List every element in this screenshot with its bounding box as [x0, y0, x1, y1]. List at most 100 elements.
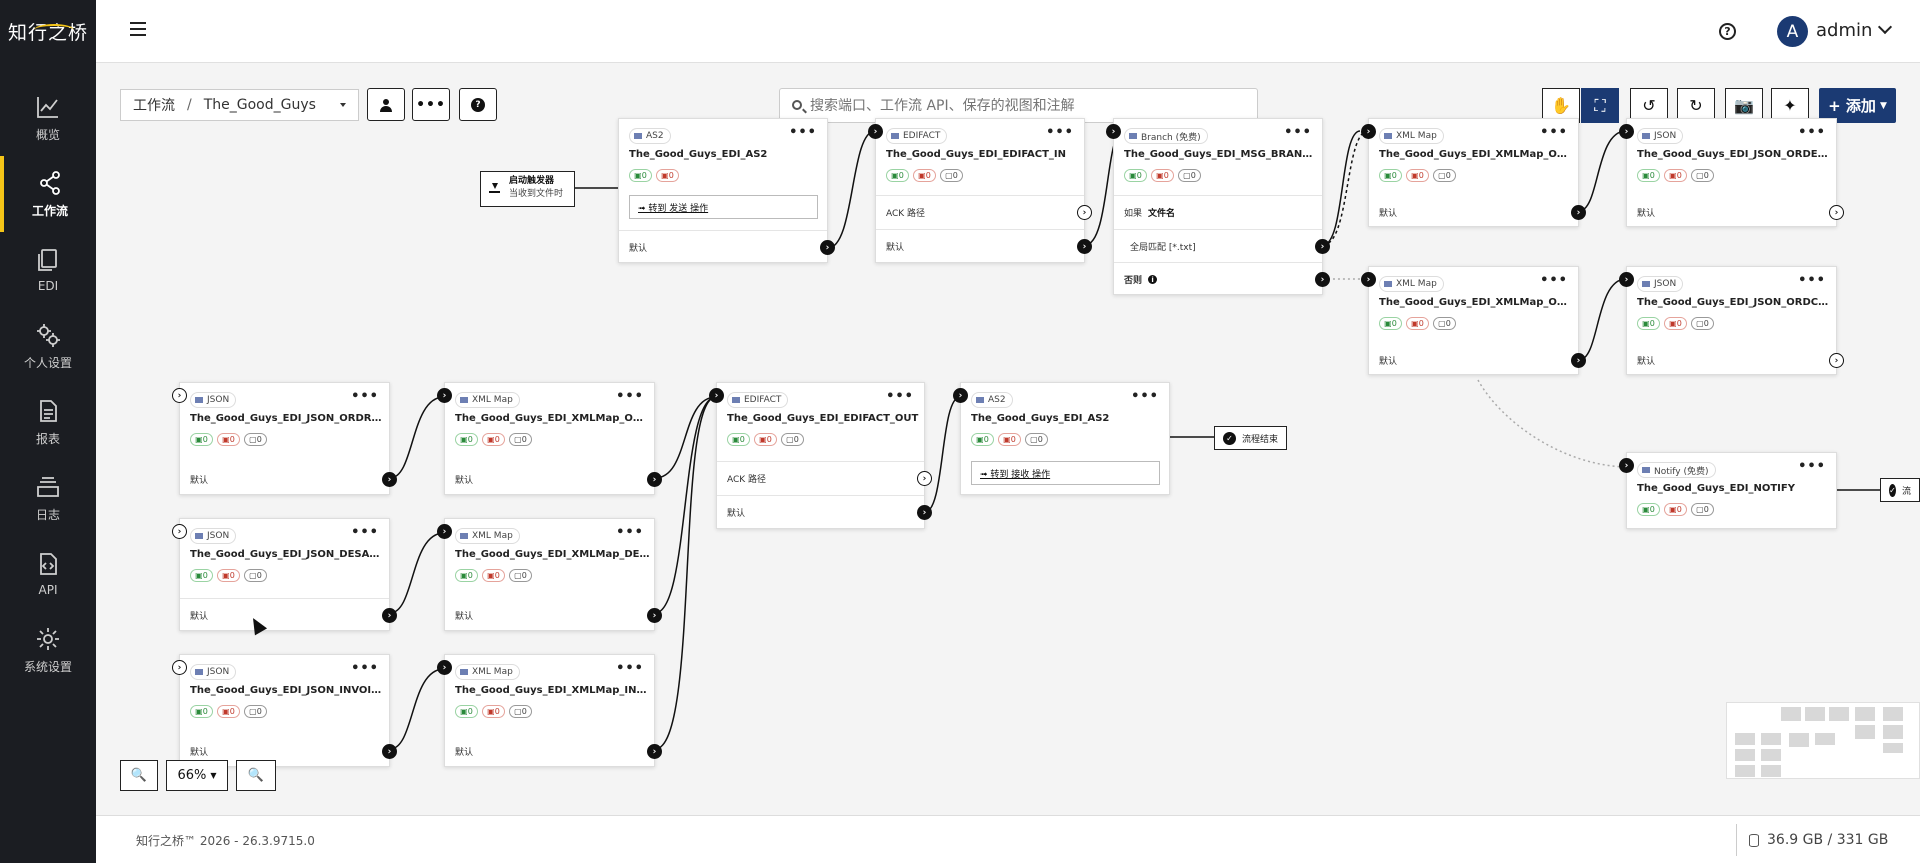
start-trigger[interactable]: 启动触发器 当收到文件时 — [480, 171, 575, 207]
error-count-badge[interactable]: ▣ 0 — [656, 169, 679, 182]
action-link[interactable]: ➟ 转到 接收 操作 — [971, 461, 1160, 485]
end-node-partial[interactable]: ✓ 流 — [1880, 478, 1920, 502]
success-count-badge[interactable]: ▣ 0 — [455, 433, 478, 446]
node-xmlmap-invoic[interactable]: › XML Map ••• The_Good_Guys_EDI_XMLMap_I… — [437, 654, 662, 767]
pending-count-badge[interactable]: ▢ 0 — [1691, 169, 1714, 182]
node-menu-icon[interactable]: ••• — [1798, 273, 1826, 288]
pending-count-badge[interactable]: ▢ 0 — [781, 433, 804, 446]
pending-count-badge[interactable]: ▢ 0 — [1178, 169, 1201, 182]
input-port[interactable]: › — [437, 388, 452, 403]
success-count-badge[interactable]: ▣ 0 — [1379, 169, 1402, 182]
node-menu-icon[interactable]: ••• — [1131, 389, 1159, 404]
node-xmlmap-desadv[interactable]: › XML Map ••• The_Good_Guys_EDI_XMLMap_D… — [437, 518, 662, 631]
sidebar-item-system-settings[interactable]: 系统设置 — [0, 612, 96, 688]
node-menu-icon[interactable]: ••• — [351, 661, 379, 676]
pending-count-badge[interactable]: ▢ 0 — [244, 433, 267, 446]
input-port[interactable]: › — [1619, 458, 1634, 473]
node-xmlmap-ordrsp[interactable]: › XML Map ••• The_Good_Guys_EDI_XMLMap_O… — [437, 382, 662, 495]
breadcrumb-root[interactable]: 工作流 — [133, 95, 175, 115]
input-port[interactable]: › — [172, 388, 187, 403]
pending-count-badge[interactable]: ▢ 0 — [1025, 433, 1048, 446]
minimap[interactable] — [1726, 702, 1920, 779]
sidebar-item-api[interactable]: API — [0, 536, 96, 612]
pending-count-badge[interactable]: ▢ 0 — [1433, 169, 1456, 182]
node-json-ordchg[interactable]: › JSON ••• The_Good_Guys_EDI_JSON_ORDCHG… — [1619, 266, 1844, 375]
success-count-badge[interactable]: ▣ 0 — [190, 433, 213, 446]
select-tool-button[interactable]: ⛶ — [1581, 88, 1619, 123]
error-count-badge[interactable]: ▣ 0 — [482, 433, 505, 446]
error-count-badge[interactable]: ▣ 0 — [913, 169, 936, 182]
success-count-badge[interactable]: ▣ 0 — [629, 169, 652, 182]
error-count-badge[interactable]: ▣ 0 — [1406, 169, 1429, 182]
sidebar-item-edi[interactable]: EDI — [0, 232, 96, 308]
output-port[interactable]: › — [382, 472, 397, 487]
zoom-level-select[interactable]: 66% ▼ — [166, 760, 228, 791]
node-as2-in[interactable]: AS2 ••• The_Good_Guys_EDI_AS2 ▣ 0 ▣ 0 ➟ 转到 … — [618, 118, 835, 263]
input-port[interactable]: › — [1361, 124, 1376, 139]
output-port[interactable]: › — [917, 505, 932, 520]
chevron-down-icon[interactable] — [1877, 19, 1893, 35]
input-port[interactable]: › — [437, 660, 452, 675]
help-button[interactable]: ? — [459, 88, 497, 121]
error-count-badge[interactable]: ▣ 0 — [1406, 317, 1429, 330]
node-edifact-in[interactable]: › EDIFACT ••• The_Good_Guys_EDI_EDIFACT_… — [868, 118, 1092, 263]
output-port[interactable]: › — [1077, 239, 1092, 254]
error-count-badge[interactable]: ▣ 0 — [482, 705, 505, 718]
sidebar-item-overview[interactable]: 概览 — [0, 80, 96, 156]
ack-port[interactable]: › — [917, 471, 932, 486]
error-count-badge[interactable]: ▣ 0 — [482, 569, 505, 582]
pending-count-badge[interactable]: ▢ 0 — [509, 705, 532, 718]
success-count-badge[interactable]: ▣ 0 — [1637, 317, 1660, 330]
search-input[interactable] — [810, 97, 1230, 114]
node-menu-icon[interactable]: ••• — [886, 389, 914, 404]
node-menu-icon[interactable]: ••• — [1540, 125, 1568, 140]
username[interactable]: admin — [1816, 20, 1872, 41]
pending-count-badge[interactable]: ▢ 0 — [244, 569, 267, 582]
input-port[interactable]: › — [953, 388, 968, 403]
pending-count-badge[interactable]: ▢ 0 — [1691, 503, 1714, 516]
output-port[interactable]: › — [647, 472, 662, 487]
end-node[interactable]: ✓ 流程结束 — [1214, 426, 1288, 450]
node-menu-icon[interactable]: ••• — [1284, 125, 1312, 140]
pending-count-badge[interactable]: ▢ 0 — [244, 705, 267, 718]
node-menu-icon[interactable]: ••• — [1046, 125, 1074, 140]
avatar[interactable]: A — [1777, 16, 1808, 47]
error-count-badge[interactable]: ▣ 0 — [1151, 169, 1174, 182]
sidebar-item-workflow[interactable]: 工作流 — [0, 156, 96, 232]
success-count-badge[interactable]: ▣ 0 — [971, 433, 994, 446]
info-icon[interactable]: i — [1148, 275, 1158, 284]
input-port[interactable]: › — [437, 524, 452, 539]
input-port[interactable]: › — [172, 660, 187, 675]
output-port[interactable]: › — [1571, 353, 1586, 368]
success-count-badge[interactable]: ▣ 0 — [727, 433, 750, 446]
sidebar-item-personal-settings[interactable]: 个人设置 — [0, 308, 96, 384]
pending-count-badge[interactable]: ▢ 0 — [509, 433, 532, 446]
output-port[interactable]: › — [647, 744, 662, 759]
node-menu-icon[interactable]: ••• — [351, 389, 379, 404]
error-count-badge[interactable]: ▣ 0 — [754, 433, 777, 446]
node-menu-icon[interactable]: ••• — [1798, 125, 1826, 140]
pending-count-badge[interactable]: ▢ 0 — [940, 169, 963, 182]
pending-count-badge[interactable]: ▢ 0 — [1691, 317, 1714, 330]
node-xmlmap-orders[interactable]: › XML Map ••• The_Good_Guys_EDI_XMLMap_O… — [1361, 118, 1586, 227]
success-count-badge[interactable]: ▣ 0 — [455, 705, 478, 718]
node-menu-icon[interactable]: ••• — [1540, 273, 1568, 288]
node-menu-icon[interactable]: ••• — [616, 389, 644, 404]
node-edifact-out[interactable]: › EDIFACT ••• The_Good_Guys_EDI_EDIFACT_… — [709, 382, 932, 529]
success-count-badge[interactable]: ▣ 0 — [1124, 169, 1147, 182]
output-port[interactable]: › — [382, 744, 397, 759]
success-count-badge[interactable]: ▣ 0 — [190, 705, 213, 718]
error-count-badge[interactable]: ▣ 0 — [1664, 503, 1687, 516]
success-count-badge[interactable]: ▣ 0 — [1379, 317, 1402, 330]
success-count-badge[interactable]: ▣ 0 — [1637, 169, 1660, 182]
node-menu-icon[interactable]: ••• — [616, 525, 644, 540]
match-port[interactable]: › — [1315, 239, 1330, 254]
hamburger-menu-icon[interactable] — [130, 22, 146, 36]
help-icon[interactable]: ? — [1719, 23, 1736, 40]
sidebar-item-reports[interactable]: 报表 — [0, 384, 96, 460]
output-port[interactable]: › — [1829, 205, 1844, 220]
success-count-badge[interactable]: ▣ 0 — [455, 569, 478, 582]
node-notify[interactable]: › Notify (免费) ••• The_Good_Guys_EDI_NOTI… — [1619, 452, 1837, 529]
input-port[interactable]: › — [1619, 272, 1634, 287]
output-port[interactable]: › — [820, 240, 835, 255]
